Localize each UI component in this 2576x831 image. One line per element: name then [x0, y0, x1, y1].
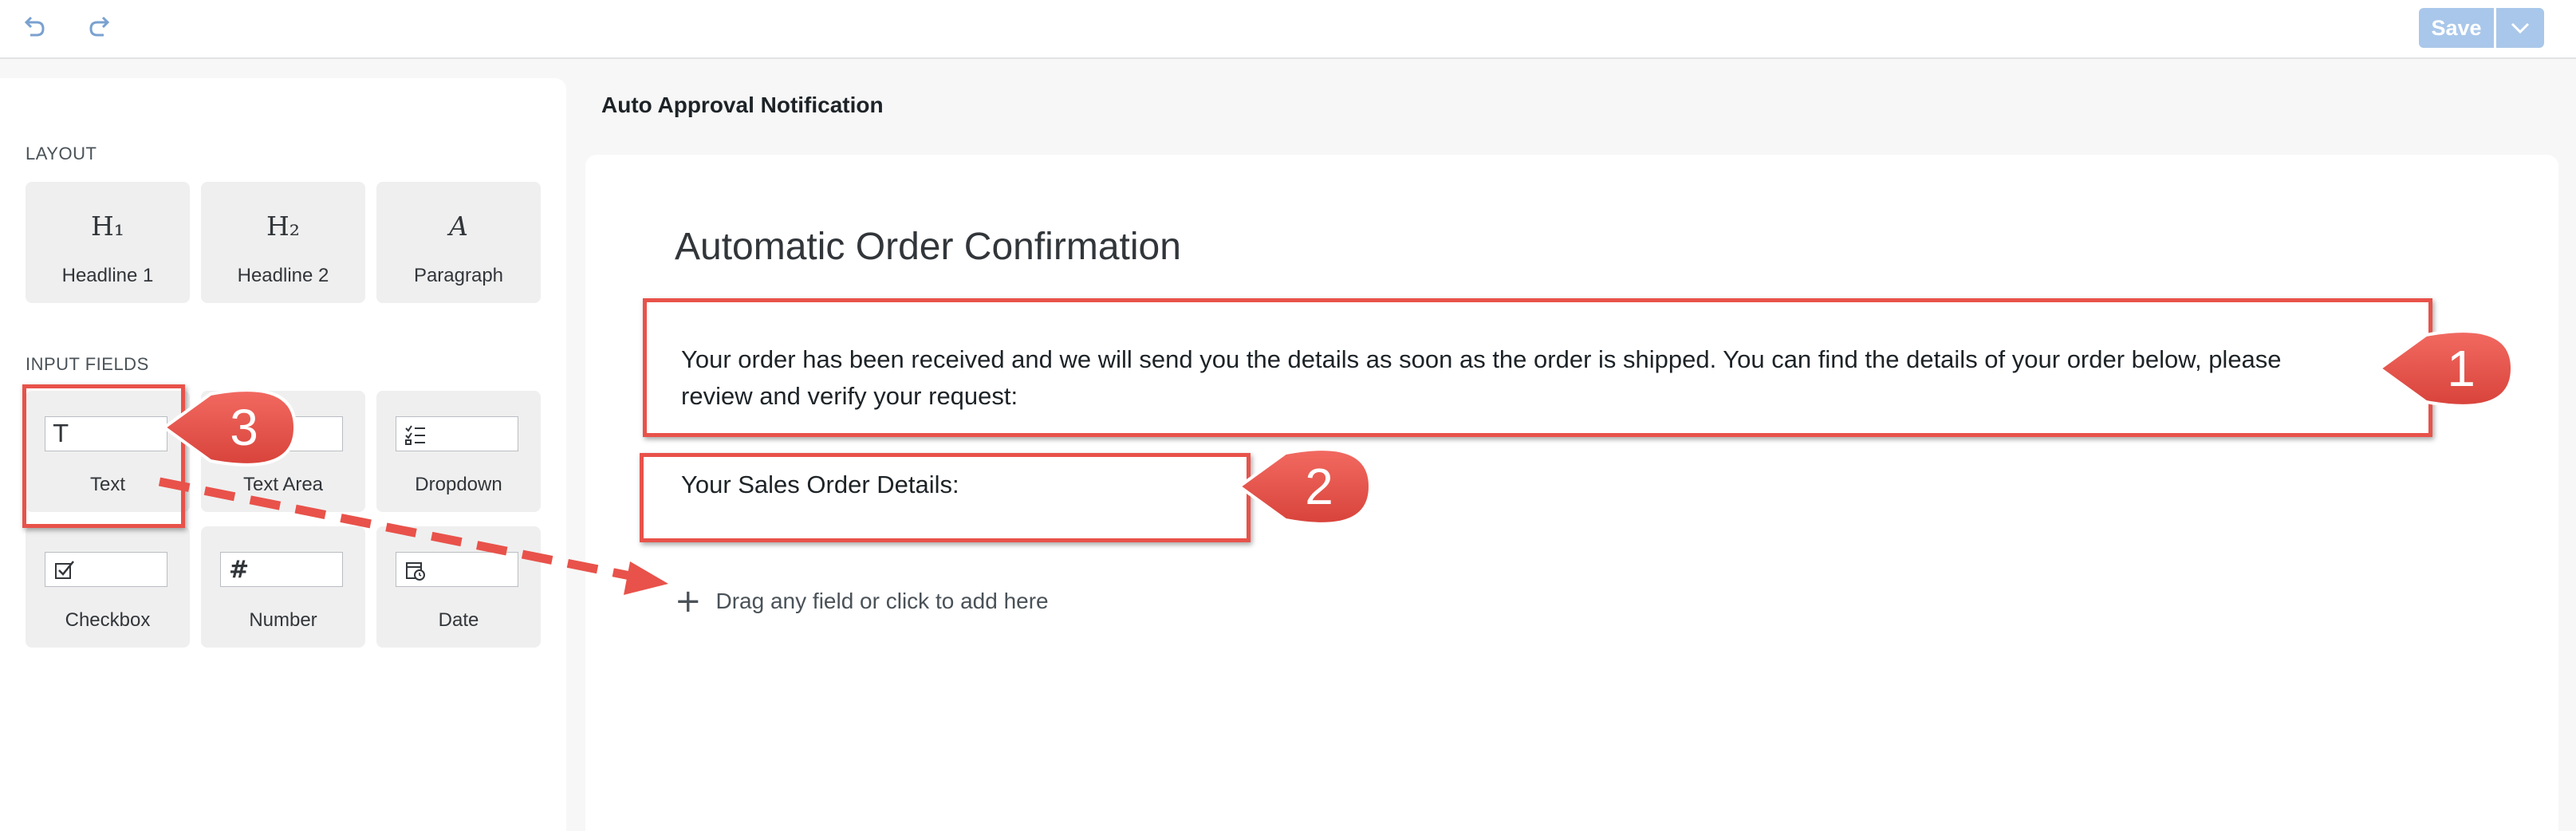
form-subheading[interactable]: Your Sales Order Details:	[681, 471, 959, 499]
save-button[interactable]: Save	[2419, 8, 2494, 48]
text-icon: T	[53, 420, 69, 448]
tile-label: Paragraph	[413, 265, 504, 286]
redo-icon[interactable]	[83, 11, 115, 43]
callout-number-1: 1	[2447, 340, 2476, 397]
tile-label: Checkbox	[65, 609, 151, 631]
paragraph-icon: A	[449, 211, 468, 242]
input-fields-section-title: INPUT FIELDS	[26, 354, 149, 374]
chevron-down-icon	[2511, 22, 2530, 33]
tile-label: Text Area	[242, 474, 324, 495]
tile-date[interactable]: Date	[376, 526, 541, 648]
dropdown-preview	[396, 416, 518, 451]
field-palette: LAYOUT H₁ Headline 1 H₂ Headline 2 A Par…	[0, 78, 566, 831]
tile-checkbox[interactable]: Checkbox	[26, 526, 190, 648]
save-options-button[interactable]	[2496, 8, 2544, 48]
tile-dropdown[interactable]: Dropdown	[376, 391, 541, 512]
save-button-group: Save	[2419, 8, 2544, 48]
tile-label: Number	[249, 609, 317, 631]
tile-paragraph[interactable]: A Paragraph	[376, 182, 541, 303]
number-icon: #	[229, 556, 250, 584]
undo-icon[interactable]	[19, 11, 51, 43]
headline-2-icon: H₂	[266, 211, 300, 242]
tile-text[interactable]: T Text	[26, 391, 190, 512]
top-toolbar: Save	[0, 0, 2576, 59]
plus-icon: +	[675, 583, 702, 620]
tile-number[interactable]: # Number	[201, 526, 365, 648]
tile-label: Dropdown	[415, 474, 502, 495]
text-field-preview: T	[45, 416, 167, 451]
tile-label: Headline 2	[237, 265, 329, 286]
form-paragraph[interactable]: Your order has been received and we will…	[681, 341, 2356, 415]
list-icon	[405, 425, 425, 445]
tile-label: Text	[89, 474, 125, 495]
add-field-prompt: Drag any field or click to add here	[715, 589, 1049, 613]
checkbox-icon	[55, 561, 74, 579]
layout-section-title: LAYOUT	[26, 144, 97, 163]
headline-1-icon: H₁	[90, 211, 124, 242]
form-name: Auto Approval Notification	[601, 93, 884, 117]
number-preview: #	[220, 552, 343, 587]
form-headline[interactable]: Automatic Order Confirmation	[675, 225, 1181, 269]
callout-number-3: 3	[230, 399, 258, 456]
tile-headline-2[interactable]: H₂ Headline 2	[201, 182, 365, 303]
checkbox-preview	[45, 552, 167, 587]
tile-label: Date	[438, 609, 479, 631]
tile-headline-1[interactable]: H₁ Headline 1	[26, 182, 190, 303]
date-preview	[396, 552, 518, 587]
callout-number-2: 2	[1305, 458, 1333, 515]
calendar-icon	[406, 562, 425, 581]
add-field-drop-zone[interactable]: + Drag any field or click to add here	[675, 585, 1049, 617]
tile-label: Headline 1	[61, 265, 154, 286]
